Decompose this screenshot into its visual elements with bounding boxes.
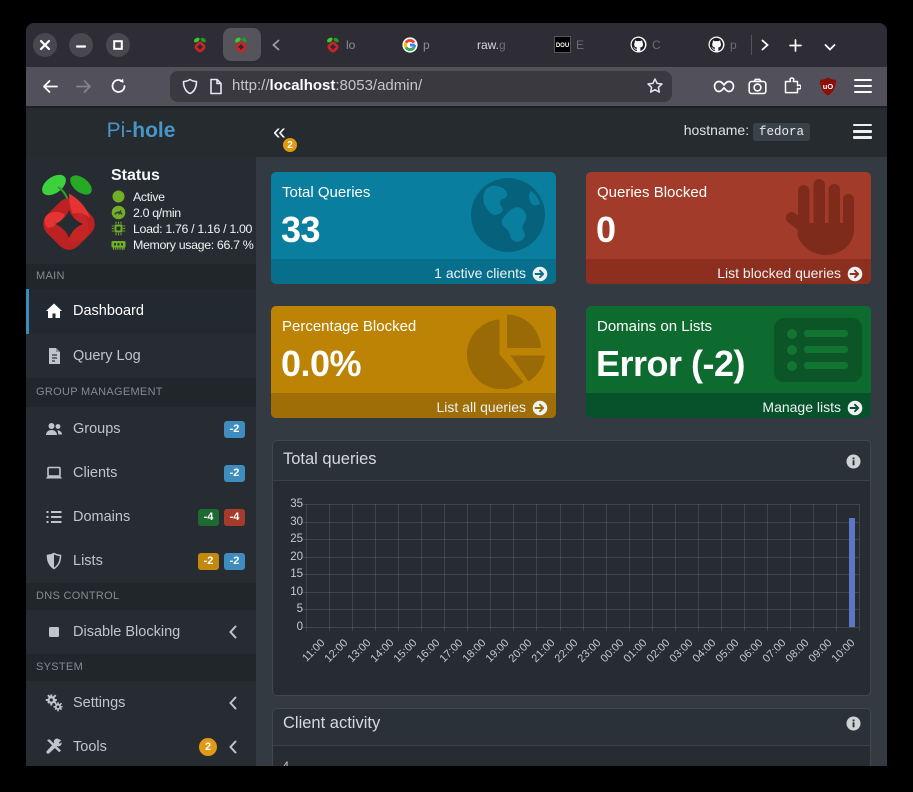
svg-text:DOU: DOU [556, 43, 569, 49]
svg-text:uO: uO [823, 82, 834, 91]
